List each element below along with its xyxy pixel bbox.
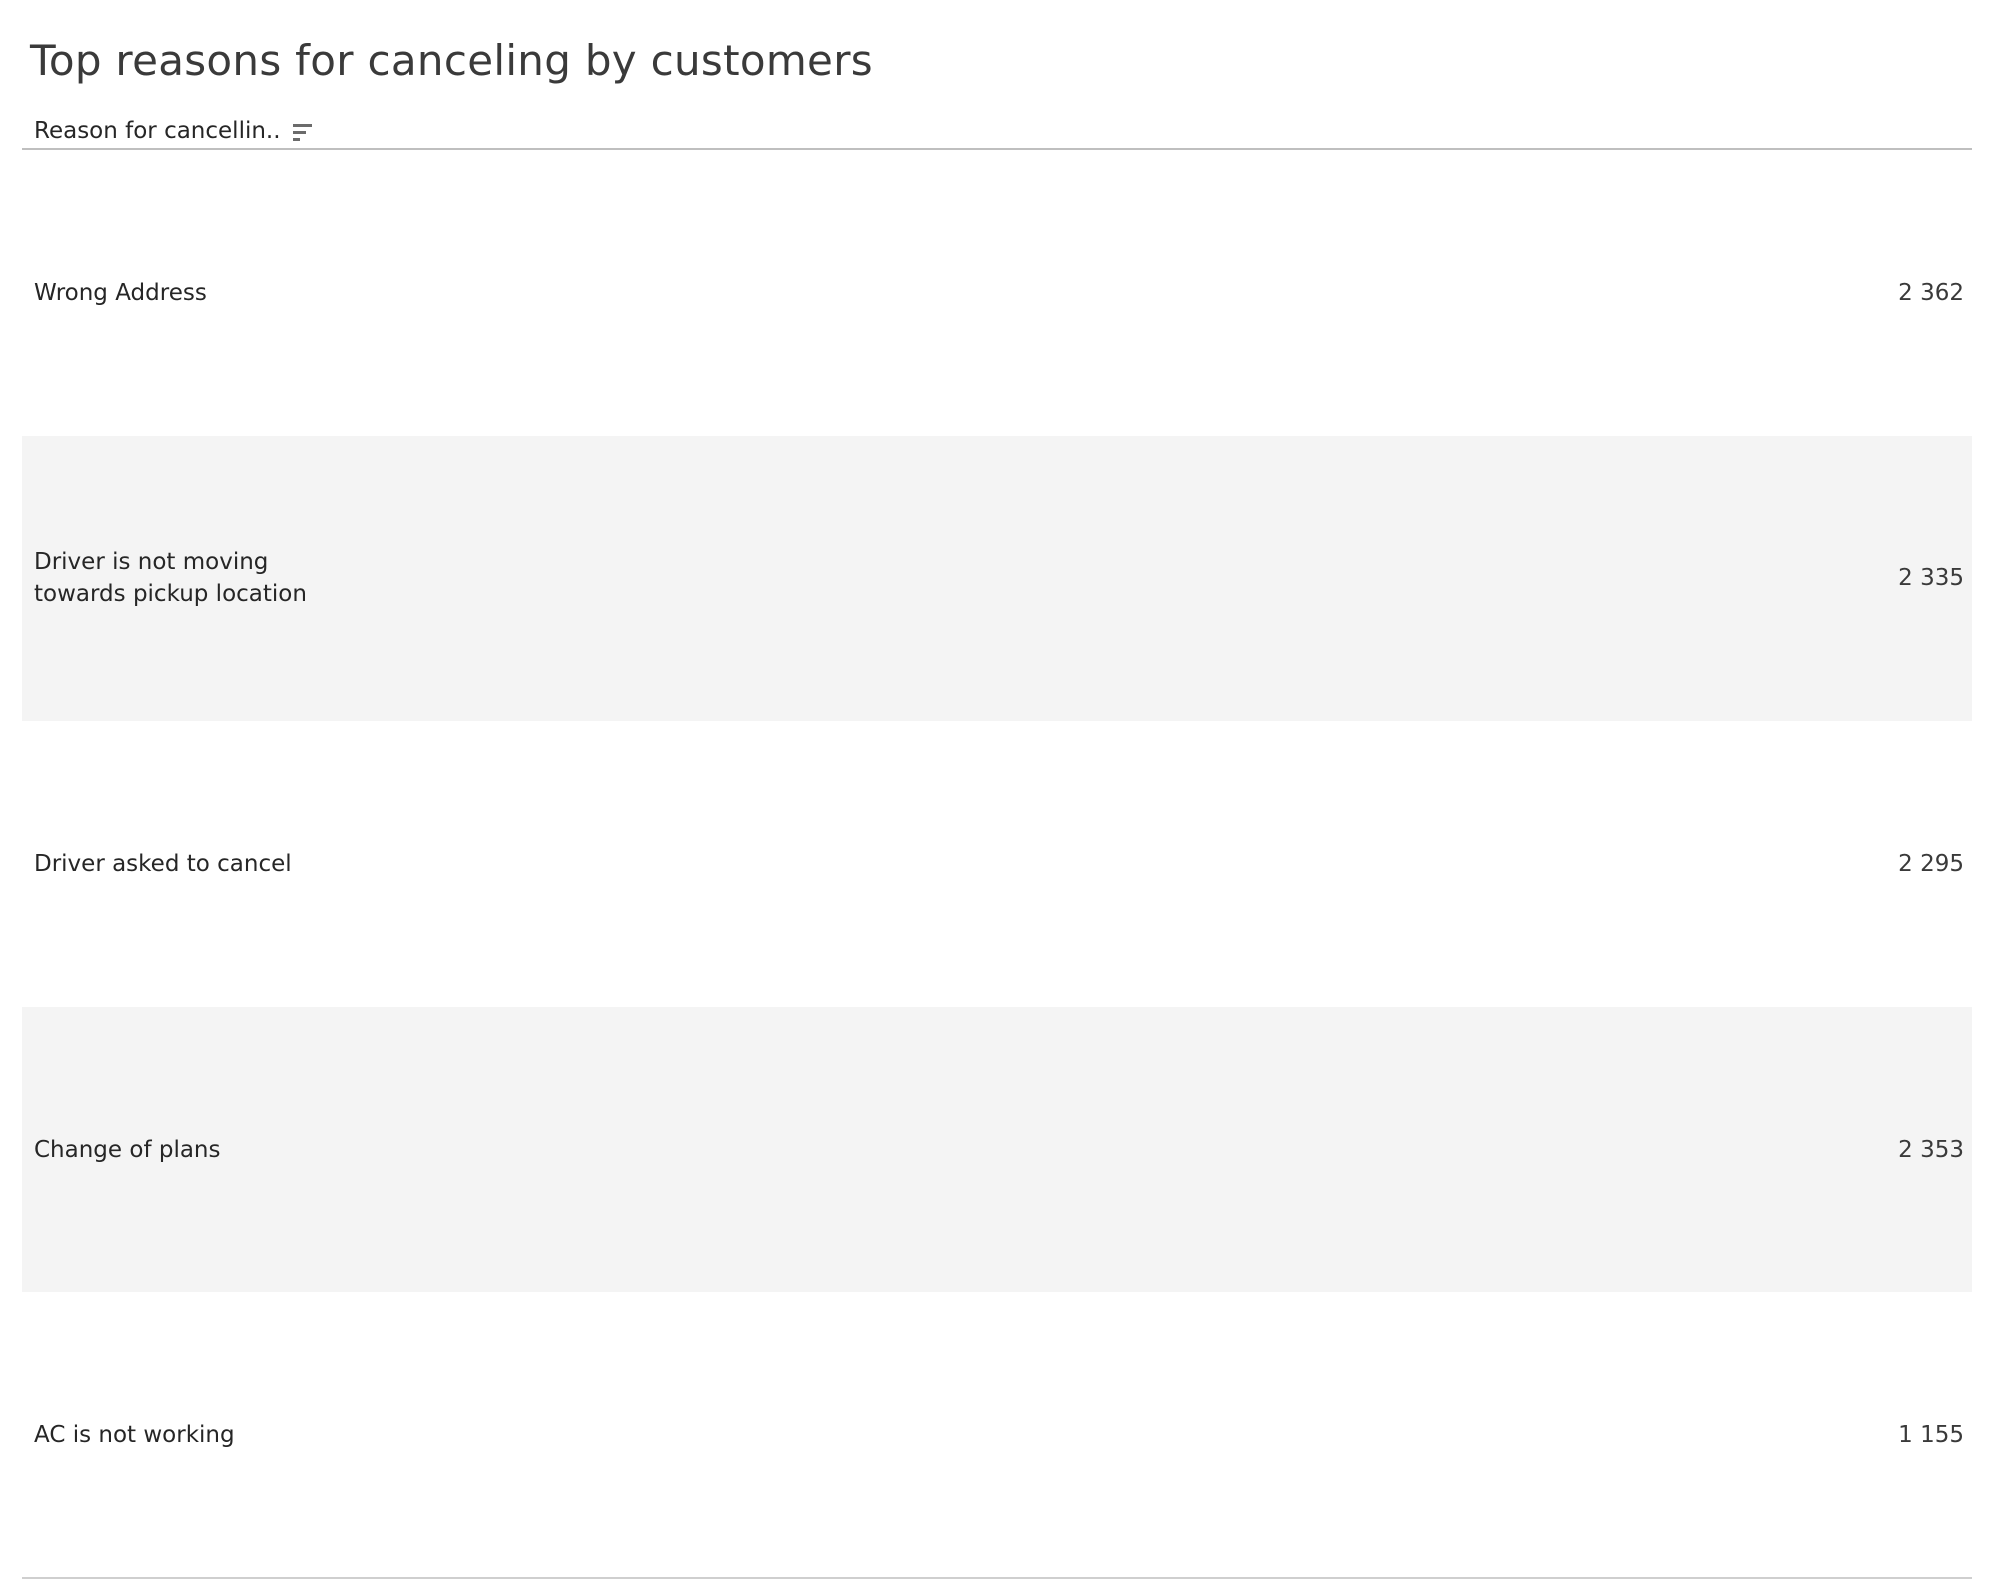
table-body: Wrong Address 2 362 Driver is not moving… <box>22 150 1972 1578</box>
column-header-label[interactable]: Reason for cancellin.. <box>34 118 281 144</box>
reason-count: 2 335 <box>1898 565 1964 592</box>
reason-label: Change of plans <box>34 1136 221 1163</box>
table-row[interactable]: Driver is not moving towards pickup loca… <box>22 435 1972 722</box>
reason-count: 1 155 <box>1898 1422 1964 1449</box>
reason-count: 2 362 <box>1898 279 1964 306</box>
table-row[interactable]: Change of plans 2 353 <box>22 1006 1972 1293</box>
table-bottom-divider <box>22 1577 1972 1579</box>
column-header: Reason for cancellin.. <box>22 110 1972 150</box>
reason-label: AC is not working <box>34 1422 235 1449</box>
reason-count: 2 295 <box>1898 850 1964 877</box>
sheet-title: Top reasons for canceling by customers <box>30 36 873 85</box>
reason-label: Driver is not moving towards pickup loca… <box>34 549 307 608</box>
table-row[interactable]: AC is not working 1 155 <box>22 1292 1972 1578</box>
table-row[interactable]: Wrong Address 2 362 <box>22 150 1972 436</box>
reason-label: Wrong Address <box>34 279 207 306</box>
table-row[interactable]: Driver asked to cancel 2 295 <box>22 721 1972 1007</box>
reason-label: Driver asked to cancel <box>34 850 292 877</box>
sort-descending-icon[interactable] <box>290 121 316 143</box>
reason-count: 2 353 <box>1898 1136 1964 1163</box>
